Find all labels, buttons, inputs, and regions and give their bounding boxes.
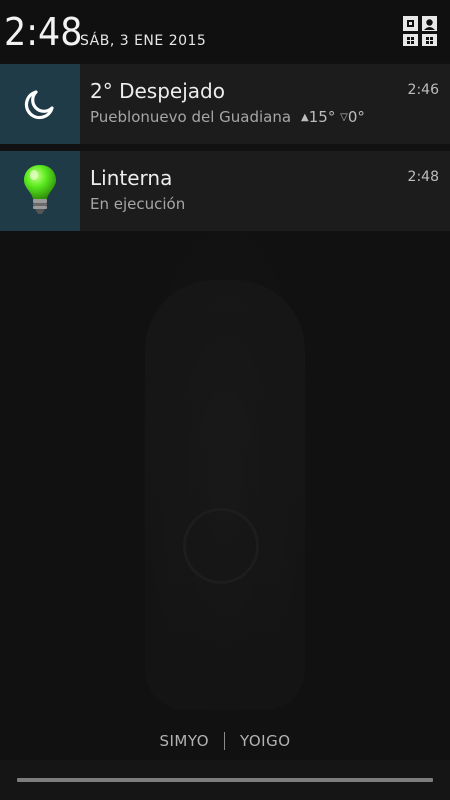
- weather-app-icon-box: [0, 64, 80, 144]
- notification-shade-handle[interactable]: [0, 760, 450, 800]
- carrier-simyo: SIMYO: [159, 732, 210, 750]
- flashlight-app-icon-box: [0, 151, 80, 231]
- background-flashlight-silhouette: [145, 280, 305, 710]
- weather-subtitle: Pueblonuevo del Guadiana ▲15° ▽0°: [90, 108, 365, 126]
- date[interactable]: SÁB, 3 ENE 2015: [80, 33, 206, 49]
- flashlight-subtitle: En ejecución: [90, 195, 186, 213]
- flashlight-time: 2:48: [407, 169, 439, 185]
- notification-flashlight[interactable]: Linterna En ejecución 2:48: [0, 151, 450, 231]
- drag-handle-bar[interactable]: [17, 778, 433, 782]
- carrier-separator: [224, 732, 226, 750]
- notification-weather[interactable]: 2° Despejado Pueblonuevo del Guadiana ▲15…: [0, 64, 450, 144]
- quick-settings-button[interactable]: [401, 12, 439, 48]
- weather-high: 15°: [308, 108, 336, 126]
- carrier-labels: SIMYO YOIGO: [0, 730, 450, 752]
- moon-icon: [24, 90, 54, 120]
- weather-title: 2° Despejado: [90, 79, 225, 103]
- weather-time: 2:46: [407, 82, 439, 98]
- flashlight-title: Linterna: [90, 166, 173, 190]
- weather-location: Pueblonuevo del Guadiana: [90, 108, 292, 126]
- high-arrow-icon: ▲: [301, 112, 309, 123]
- weather-low: 0°: [347, 108, 365, 126]
- clock[interactable]: 2:48: [4, 10, 83, 54]
- lightbulb-icon: [24, 165, 56, 214]
- low-arrow-icon: ▽: [340, 112, 348, 123]
- quick-settings-user-icon: [403, 16, 437, 46]
- carrier-yoigo: YOIGO: [240, 732, 291, 750]
- background-ring: [183, 508, 259, 584]
- weather-temps: ▲15° ▽0°: [301, 108, 365, 126]
- notification-header: 2:48 SÁB, 3 ENE 2015: [0, 0, 450, 62]
